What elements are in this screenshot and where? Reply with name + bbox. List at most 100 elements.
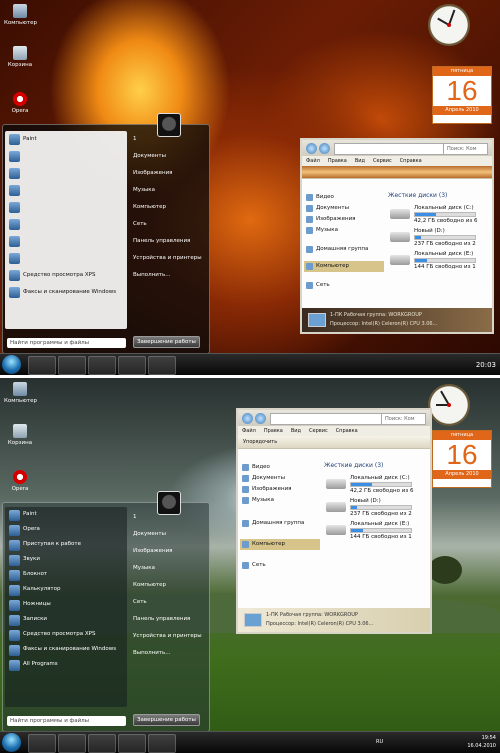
- clock-gadget[interactable]: [428, 384, 470, 426]
- menu-view[interactable]: Вид: [355, 158, 365, 164]
- menu-help[interactable]: Справка: [400, 158, 422, 164]
- place-music[interactable]: Музыка: [133, 182, 205, 199]
- place-network[interactable]: Сеть: [133, 594, 205, 611]
- place-run[interactable]: Выполнить...: [133, 645, 205, 662]
- program-item[interactable]: Opera: [5, 522, 127, 537]
- program-item[interactable]: Факсы и сканирование Windows: [5, 642, 127, 657]
- place-devices-printers[interactable]: Устройства и принтеры: [133, 250, 205, 267]
- drive-item[interactable]: Локальный диск (E:) 144 ГБ свободно из 1: [388, 251, 490, 271]
- forward-icon[interactable]: [319, 143, 330, 154]
- app-taskbar-icon[interactable]: [148, 734, 176, 753]
- media-player-taskbar-icon[interactable]: [88, 356, 116, 375]
- drive-item[interactable]: Новый (D:) 237 ГБ свободно из 2: [324, 498, 428, 518]
- program-item[interactable]: [5, 182, 127, 199]
- place-network[interactable]: Сеть: [133, 216, 205, 233]
- drive-item[interactable]: Новый (D:) 237 ГБ свободно из 2: [388, 228, 490, 248]
- program-item[interactable]: [5, 165, 127, 182]
- organize-button[interactable]: Упорядочить: [243, 439, 277, 445]
- start-search-input[interactable]: Найти программы и файлы: [7, 338, 126, 348]
- ie-taskbar-icon[interactable]: [28, 356, 56, 375]
- nav-pictures[interactable]: Изображения: [304, 214, 384, 225]
- place-run[interactable]: Выполнить...: [133, 267, 205, 284]
- address-bar[interactable]: [334, 143, 449, 155]
- program-item[interactable]: [5, 233, 127, 250]
- program-item[interactable]: Ножницы: [5, 597, 127, 612]
- drive-item[interactable]: Локальный диск (E:) 144 ГБ свободно из 1: [324, 521, 428, 541]
- nav-network[interactable]: Сеть: [304, 280, 384, 291]
- menu-tools[interactable]: Сервис: [373, 158, 392, 164]
- calendar-gadget[interactable]: пятница 16 Апрель 2010: [432, 430, 492, 488]
- program-item[interactable]: Приступая к работе: [5, 537, 127, 552]
- nav-computer[interactable]: Компьютер: [304, 261, 384, 272]
- calendar-gadget[interactable]: пятница 16 Апрель 2010: [432, 66, 492, 124]
- menu-file[interactable]: Файл: [242, 428, 256, 434]
- program-item[interactable]: Калькулятор: [5, 582, 127, 597]
- nav-computer[interactable]: Компьютер: [240, 539, 320, 550]
- start-search-input[interactable]: Найти программы и файлы: [7, 716, 126, 726]
- tray-clock[interactable]: 19:54: [376, 734, 496, 742]
- nav-music[interactable]: Музыка: [304, 225, 384, 236]
- shutdown-button[interactable]: Завершение работы: [133, 336, 200, 348]
- desktop-icon-computer[interactable]: Компьютер: [4, 4, 37, 26]
- place-documents[interactable]: Документы: [133, 148, 205, 165]
- desktop-icon-opera[interactable]: Opera: [4, 470, 36, 492]
- menu-help[interactable]: Справка: [336, 428, 358, 434]
- program-item[interactable]: Paint: [5, 131, 127, 148]
- menu-view[interactable]: Вид: [291, 428, 301, 434]
- tray-clock[interactable]: 20:03: [476, 361, 496, 369]
- place-documents[interactable]: Документы: [133, 526, 205, 543]
- place-music[interactable]: Музыка: [133, 560, 205, 577]
- menu-edit[interactable]: Правка: [264, 428, 283, 434]
- drive-item[interactable]: Локальный диск (C:) 42,2 ГБ свободно из 6: [324, 475, 428, 495]
- address-bar[interactable]: [270, 413, 385, 425]
- nav-homegroup[interactable]: Домашняя группа: [240, 518, 320, 529]
- desktop-icon-opera[interactable]: Opera: [4, 92, 36, 114]
- clock-gadget[interactable]: [428, 4, 470, 46]
- start-button[interactable]: [2, 355, 21, 374]
- place-user[interactable]: 1: [133, 131, 205, 148]
- program-item[interactable]: Paint: [5, 507, 127, 522]
- start-button[interactable]: [2, 733, 21, 752]
- explorer-search-input[interactable]: Поиск: Ком: [381, 413, 426, 425]
- program-item[interactable]: [5, 148, 127, 165]
- program-item[interactable]: [5, 199, 127, 216]
- nav-music[interactable]: Музыка: [240, 495, 320, 506]
- back-icon[interactable]: [306, 143, 317, 154]
- program-item[interactable]: Средство просмотра XPS: [5, 627, 127, 642]
- media-player-taskbar-icon[interactable]: [88, 734, 116, 753]
- nav-homegroup[interactable]: Домашняя группа: [304, 244, 384, 255]
- explorer-search-input[interactable]: Поиск: Ком: [443, 143, 488, 155]
- place-control-panel[interactable]: Панель управления: [133, 233, 205, 250]
- place-devices-printers[interactable]: Устройства и принтеры: [133, 628, 205, 645]
- program-item[interactable]: [5, 250, 127, 267]
- place-control-panel[interactable]: Панель управления: [133, 611, 205, 628]
- explorer-taskbar-icon[interactable]: [58, 734, 86, 753]
- window-taskbar-icon[interactable]: [118, 734, 146, 753]
- program-item[interactable]: Блокнот: [5, 567, 127, 582]
- place-computer[interactable]: Компьютер: [133, 199, 205, 216]
- nav-documents[interactable]: Документы: [304, 203, 384, 214]
- tray-date[interactable]: 16.04.2010: [376, 742, 496, 750]
- language-indicator[interactable]: RU: [376, 738, 383, 746]
- explorer-taskbar-icon[interactable]: [58, 356, 86, 375]
- nav-videos[interactable]: Видео: [240, 462, 320, 473]
- place-computer[interactable]: Компьютер: [133, 577, 205, 594]
- back-icon[interactable]: [242, 413, 253, 424]
- menu-file[interactable]: Файл: [306, 158, 320, 164]
- ie-taskbar-icon[interactable]: [28, 734, 56, 753]
- desktop-icon-recycle-bin[interactable]: Корзина: [4, 46, 36, 68]
- place-user[interactable]: 1: [133, 509, 205, 526]
- forward-icon[interactable]: [255, 413, 266, 424]
- nav-pictures[interactable]: Изображения: [240, 484, 320, 495]
- desktop-icon-recycle-bin[interactable]: Корзина: [4, 424, 36, 446]
- drive-item[interactable]: Локальный диск (C:) 42,2 ГБ свободно из 6: [388, 205, 490, 225]
- nav-videos[interactable]: Видео: [304, 192, 384, 203]
- window-taskbar-icon[interactable]: [118, 356, 146, 375]
- place-pictures[interactable]: Изображения: [133, 543, 205, 560]
- place-pictures[interactable]: Изображения: [133, 165, 205, 182]
- app-taskbar-icon[interactable]: [148, 356, 176, 375]
- shutdown-button[interactable]: Завершение работы: [133, 714, 200, 726]
- program-item[interactable]: Записки: [5, 612, 127, 627]
- nav-network[interactable]: Сеть: [240, 560, 320, 571]
- nav-documents[interactable]: Документы: [240, 473, 320, 484]
